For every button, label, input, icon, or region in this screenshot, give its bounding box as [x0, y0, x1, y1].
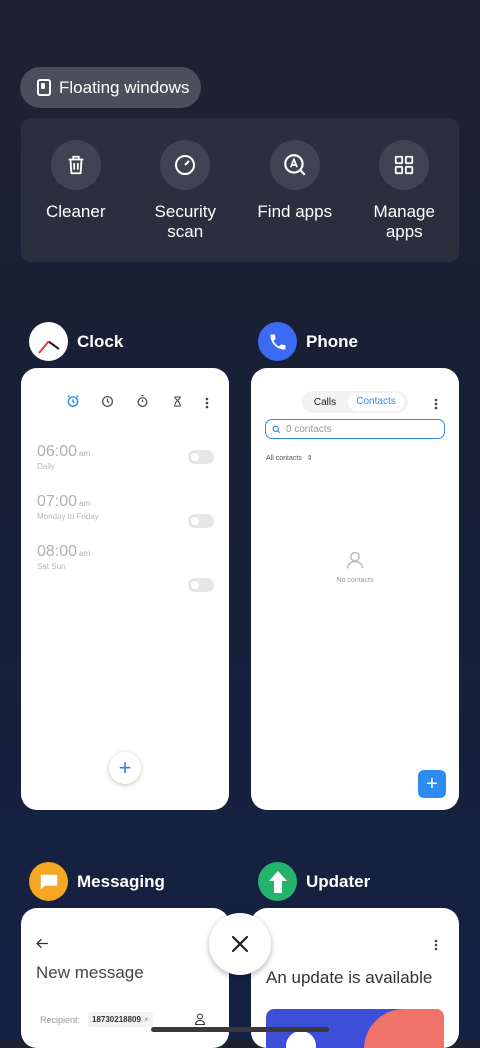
empty-state-text: No contacts [336, 577, 374, 584]
tool-manage-apps-label: Manage apps [373, 202, 435, 241]
clock-app-icon [29, 322, 68, 361]
recipient-number: 18730218809 [92, 1015, 141, 1024]
recipient-chip[interactable]: 18730218809 × [88, 1012, 153, 1027]
search-placeholder: 0 contacts [286, 423, 332, 435]
home-indicator[interactable] [151, 1027, 329, 1032]
alarm-toggle-1[interactable] [188, 450, 214, 464]
recipient-label: Recipient: [40, 1015, 81, 1025]
tab-calls[interactable]: Calls [302, 397, 348, 408]
back-arrow-icon[interactable] [36, 936, 49, 954]
remove-chip-icon[interactable]: × [144, 1015, 149, 1024]
person-icon [345, 550, 365, 575]
security-gauge-icon [160, 140, 211, 190]
alarm-toggle-2[interactable] [188, 514, 214, 528]
phone-app-card[interactable]: Calls Contacts 0 contacts All contacts ⇕… [251, 368, 459, 810]
more-options-icon[interactable] [434, 938, 438, 956]
alarm-toggle-3[interactable] [188, 578, 214, 592]
trash-icon [50, 140, 101, 190]
alarm-repeat: Sat Sun [37, 562, 66, 571]
alarm-ampm: am [79, 549, 91, 558]
alarm-item-3[interactable]: 08:00 am Sat Sun [37, 543, 90, 571]
add-contact-button[interactable]: + [418, 770, 446, 798]
messaging-app-header[interactable]: Messaging [29, 862, 165, 901]
sort-arrows-icon: ⇕ [306, 455, 313, 462]
tool-cleaner-label: Cleaner [45, 202, 106, 221]
more-options-icon[interactable] [205, 396, 209, 414]
phone-app-name: Phone [306, 331, 358, 351]
messaging-app-name: Messaging [77, 871, 165, 891]
add-alarm-button[interactable]: + [109, 752, 141, 784]
search-icon [272, 425, 281, 433]
alarm-time: 07:00 [37, 493, 78, 510]
stopwatch-tab-icon[interactable] [136, 394, 149, 413]
floating-windows-label: Floating windows [59, 77, 190, 97]
alarm-time: 08:00 [37, 543, 78, 560]
grid-icon [379, 140, 430, 190]
alarm-repeat: Daily [37, 462, 55, 471]
floating-windows-button[interactable]: Floating windows [20, 67, 201, 108]
floating-window-icon [37, 79, 51, 96]
alarm-item-1[interactable]: 06:00 am Daily [37, 443, 90, 471]
close-icon [231, 935, 249, 953]
update-available-title: An update is available [266, 968, 433, 987]
phone-app-header[interactable]: Phone [258, 322, 358, 361]
quick-tools-panel: Cleaner Security scan Find apps Manage a… [21, 118, 459, 262]
updater-app-header[interactable]: Updater [258, 862, 370, 901]
tool-security-scan[interactable]: Security scan [135, 140, 235, 262]
tool-cleaner[interactable]: Cleaner [26, 140, 126, 262]
timer-tab-icon[interactable] [172, 395, 183, 413]
tool-security-scan-label: Security scan [154, 202, 216, 241]
tab-contacts[interactable]: Contacts [348, 393, 404, 411]
new-message-title: New message [36, 963, 144, 982]
alarm-repeat: Monday to Friday [37, 512, 99, 521]
alarm-tab-icon[interactable] [66, 394, 80, 413]
updater-app-icon [258, 862, 297, 901]
phone-app-icon [258, 322, 297, 361]
phone-tabs: Calls Contacts [302, 391, 408, 413]
clock-app-name: Clock [77, 331, 124, 351]
updater-app-name: Updater [306, 871, 371, 891]
filter-label: All contacts [266, 454, 302, 462]
alarm-time: 06:00 [37, 443, 78, 460]
clock-app-header[interactable]: Clock [29, 322, 123, 361]
contacts-filter-dropdown[interactable]: All contacts ⇕ [266, 454, 313, 463]
world-clock-tab-icon[interactable] [101, 395, 114, 413]
alarm-ampm: am [79, 499, 91, 508]
alarm-item-2[interactable]: 07:00 am Monday to Friday [37, 493, 99, 521]
find-apps-icon [269, 140, 320, 190]
clock-app-card[interactable]: 06:00 am Daily 07:00 am Monday to Friday 0… [21, 368, 229, 810]
tool-manage-apps[interactable]: Manage apps [354, 140, 454, 262]
more-options-icon[interactable] [434, 397, 438, 415]
tool-find-apps-label: Find apps [257, 202, 333, 221]
messaging-app-icon [29, 862, 68, 901]
alarm-ampm: am [79, 449, 91, 458]
tool-find-apps[interactable]: Find apps [245, 140, 345, 262]
contacts-search-input[interactable]: 0 contacts [265, 419, 445, 439]
close-all-button[interactable] [209, 913, 271, 975]
